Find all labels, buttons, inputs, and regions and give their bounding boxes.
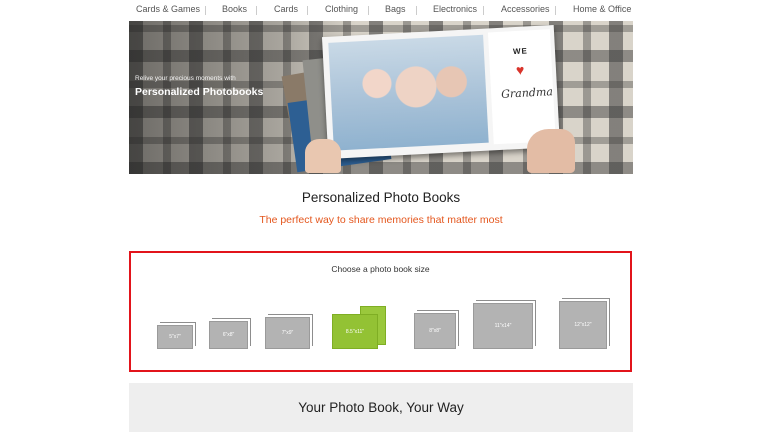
nav-separator [307, 6, 308, 15]
we-text: WE [512, 46, 529, 57]
open-photo-book-image: WE ♥ Grandma [321, 25, 561, 159]
size-label: 6"x8" [222, 332, 235, 338]
nav-separator [368, 6, 369, 15]
size-option-8-5x11[interactable]: 8.5"x11" [332, 306, 387, 349]
size-chooser-title: Choose a photo book size [331, 264, 430, 274]
size-option-7x9[interactable]: 7"x9" [265, 314, 313, 349]
size-option-12x12[interactable]: 12"x12" [559, 298, 610, 349]
photo-book-your-way-section: Your Photo Book, Your Way [129, 383, 633, 432]
size-label: 12"x12" [574, 322, 592, 328]
nav-item-cards-games[interactable]: Cards & Games [136, 4, 200, 14]
category-nav: Cards & Games Books Cards Clothing Bags … [118, 0, 648, 20]
size-label: 5"x7" [169, 334, 181, 340]
book-cover: 12"x12" [559, 301, 607, 349]
nav-separator [256, 6, 257, 15]
nav-item-clothing[interactable]: Clothing [325, 4, 358, 14]
section-title: Your Photo Book, Your Way [298, 400, 464, 415]
book-cover: 11"x14" [473, 303, 533, 349]
nav-item-electronics[interactable]: Electronics [433, 4, 477, 14]
book-cover: 8.5"x11" [332, 314, 378, 349]
hero-banner[interactable]: Relive your precious moments with Person… [129, 21, 633, 174]
grandma-text: Grandma [500, 85, 554, 101]
size-option-5x7[interactable]: 5"x7" [157, 322, 196, 349]
page-title: Personalized Photo Books [301, 190, 461, 205]
nav-item-bags[interactable]: Bags [385, 4, 406, 14]
heart-icon: ♥ [515, 61, 525, 79]
nav-separator [483, 6, 484, 15]
hand-image [305, 139, 341, 173]
nav-item-books[interactable]: Books [222, 4, 247, 14]
nav-separator [555, 6, 556, 15]
nav-item-cards[interactable]: Cards [274, 4, 298, 14]
hero-title: Personalized Photobooks [135, 86, 264, 98]
page-subtitle: The perfect way to share memories that m… [259, 214, 503, 226]
nav-item-home-office[interactable]: Home & Office [573, 4, 631, 14]
nav-separator [205, 6, 206, 15]
nav-separator [416, 6, 417, 15]
size-chooser-panel: Choose a photo book size 5"x7" 6"x8" 7"x… [129, 251, 632, 372]
family-photo-image [328, 34, 489, 151]
size-label: 8"x8" [429, 328, 441, 334]
book-cover: 8"x8" [414, 313, 456, 349]
hand-image [527, 129, 575, 173]
size-option-6x8[interactable]: 6"x8" [209, 318, 251, 349]
book-cover: 5"x7" [157, 325, 193, 349]
size-option-11x14[interactable]: 11"x14" [473, 300, 536, 349]
size-label: 7"x9" [281, 330, 294, 336]
hero-tagline: Relive your precious moments with [135, 75, 236, 82]
size-label: 8.5"x11" [345, 328, 365, 335]
size-option-8x8[interactable]: 8"x8" [414, 310, 459, 349]
book-cover: 6"x8" [209, 321, 248, 349]
nav-item-accessories[interactable]: Accessories [501, 4, 550, 14]
book-cover: 7"x9" [265, 317, 310, 349]
size-label: 11"x14" [494, 323, 512, 329]
